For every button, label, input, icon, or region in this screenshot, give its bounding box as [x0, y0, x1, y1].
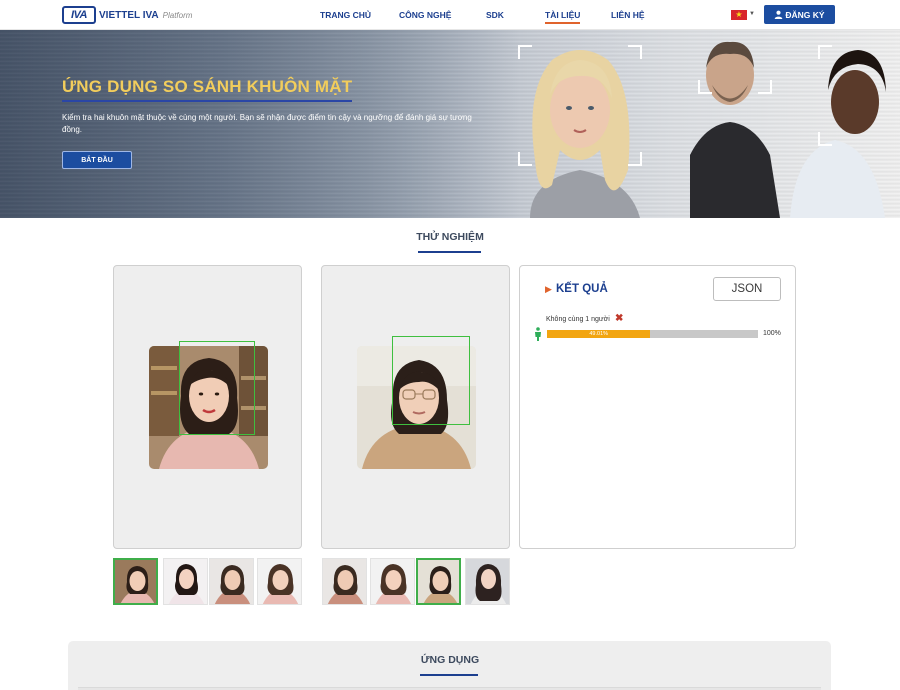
image-panel-left[interactable]: [113, 265, 302, 549]
sample-thumbnail[interactable]: [113, 558, 158, 605]
caret-right-icon: ▶: [545, 284, 552, 294]
applications-title: ỨNG DỤNG: [420, 654, 480, 666]
user-icon: [775, 10, 783, 19]
hero-banner: ỨNG DỤNG SO SÁNH KHUÔN MẶT Kiểm tra hai …: [0, 30, 900, 218]
result-title: KẾT QUẢ: [556, 283, 608, 295]
similarity-max-label: 100%: [763, 330, 781, 337]
sample-thumbnail[interactable]: [322, 558, 367, 605]
sample-thumbnail[interactable]: [257, 558, 302, 605]
start-button[interactable]: BẮT ĐẦU: [62, 151, 132, 169]
menu-item-contact[interactable]: LIÊN HỆ: [611, 10, 645, 20]
sample-photo: [418, 560, 459, 603]
sample-thumbnail[interactable]: [416, 558, 461, 605]
sample-photo: [323, 559, 366, 604]
vietnam-flag-icon[interactable]: ★: [731, 10, 747, 20]
sample-thumbnail[interactable]: [163, 558, 208, 605]
chevron-down-icon[interactable]: ▼: [749, 11, 755, 17]
verdict-text: Không cùng 1 người: [546, 316, 610, 323]
register-label: ĐĂNG KÝ: [785, 9, 825, 20]
logo-name: VIETTEL IVA: [99, 9, 159, 21]
sample-photo: [466, 559, 509, 604]
hero-title: ỨNG DỤNG SO SÁNH KHUÔN MẶT: [62, 77, 353, 102]
face-detection-box: [179, 341, 255, 435]
sample-photo: [164, 559, 207, 604]
applications-title-underline: [420, 674, 478, 676]
cross-icon: ✖: [615, 313, 624, 324]
register-button[interactable]: ĐĂNG KÝ: [764, 5, 835, 24]
sample-photo: [115, 560, 156, 603]
sample-thumbnail[interactable]: [465, 558, 510, 605]
face-focus-frame: [518, 45, 642, 166]
sample-photo: [371, 559, 414, 604]
sample-thumbnail[interactable]: [370, 558, 415, 605]
section-title: THỬ NGHIỆM: [416, 231, 484, 243]
similarity-bar: 49.01%: [547, 330, 758, 338]
json-button[interactable]: JSON: [713, 277, 781, 301]
logo[interactable]: IVA VIETTEL IVA Platform: [62, 5, 192, 25]
hero-description: Kiểm tra hai khuôn mặt thuộc về cùng một…: [62, 113, 472, 134]
logo-mark: IVA: [62, 6, 96, 24]
similarity-bar-fill: 49.01%: [547, 330, 651, 338]
image-panel-right[interactable]: [321, 265, 510, 549]
top-navbar: IVA VIETTEL IVA Platform TRANG CHỦ CÔNG …: [0, 0, 900, 30]
sample-photo: [258, 559, 301, 604]
menu-item-sdk[interactable]: SDK: [486, 10, 504, 20]
result-panel: ▶ KẾT QUẢ JSON Không cùng 1 người ✖ 49.0…: [519, 265, 796, 549]
sample-thumbnail[interactable]: [209, 558, 254, 605]
logo-subtitle: Platform: [162, 10, 193, 20]
menu-item-technology[interactable]: CÔNG NGHỆ: [399, 10, 451, 20]
face-focus-frame: [818, 45, 900, 146]
face-detection-box: [392, 336, 470, 425]
face-focus-frame: [698, 30, 772, 94]
menu-item-docs[interactable]: TÀI LIỆU: [545, 10, 581, 24]
sample-photo: [210, 559, 253, 604]
person-icon: [535, 327, 541, 341]
section-title-underline: [418, 251, 481, 253]
menu-item-home[interactable]: TRANG CHỦ: [320, 10, 371, 20]
